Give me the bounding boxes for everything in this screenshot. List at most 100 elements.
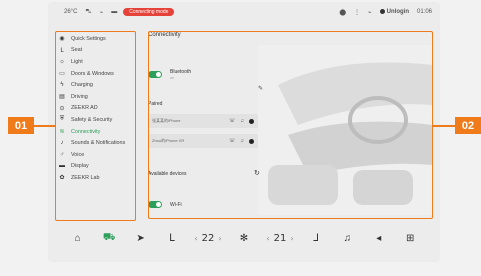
chevron-left-icon[interactable]: ‹ xyxy=(194,234,197,243)
door-icon: ▭ xyxy=(59,71,65,78)
sidebar-item-quick-settings[interactable]: ◉ Quick Settings xyxy=(54,33,136,45)
display-icon: ▬ xyxy=(59,163,65,170)
sidebar-item-label: Connectivity xyxy=(71,128,101,135)
right-temp-control[interactable]: ‹ 21 › xyxy=(266,233,293,244)
callout-badge-01: 01 xyxy=(8,117,34,134)
settings-sidebar: ◉ Quick Settings ᒪ Seat ☼ Light ▭ Doors & Windo… xyxy=(54,33,136,223)
bluetooth-toggle[interactable] xyxy=(148,71,162,78)
phone-icon[interactable]: ☏ xyxy=(229,118,235,124)
sidebar-item-label: Quick Settings xyxy=(71,35,106,42)
device-name: Zhou的iPhone XR xyxy=(152,138,185,143)
page-title: Connectivity xyxy=(148,32,181,38)
driver-seat-icon[interactable]: ᒪ xyxy=(163,233,181,244)
right-temp-value: 21 xyxy=(273,232,287,244)
sidebar-item-label: Doors & Windows xyxy=(71,70,114,77)
left-temp-value: 22 xyxy=(201,232,215,244)
car-interior-image xyxy=(258,45,433,215)
sidebar-item-label: ZEEKR AD xyxy=(71,105,98,112)
sidebar-item-label: Driving xyxy=(71,93,88,100)
seat-icon: ᒪ xyxy=(60,47,64,54)
paired-device-2[interactable]: Zhou的iPhone XR ☏ ♫ xyxy=(148,134,258,148)
wifi-row: Wi-Fi xyxy=(148,201,182,208)
car-icon[interactable]: ⛟ xyxy=(100,232,118,245)
fan-icon[interactable]: ✻ xyxy=(235,233,253,244)
outside-temp: 26°C xyxy=(64,9,78,15)
status-bar: 26°C ⛍ ⌁ ▬ Connecting mode ⬤ ⋮ ⌁ Unlogin… xyxy=(48,2,440,22)
location-icon: ⬤ xyxy=(339,9,347,16)
refresh-icon[interactable]: ↻ xyxy=(254,169,260,177)
device-actions: ☏ ♫ xyxy=(229,138,258,144)
home-icon[interactable]: ⌂ xyxy=(69,233,87,244)
sidebar-item-zeekr-lab[interactable]: ✿ ZEEKR Lab xyxy=(54,172,136,184)
music-icon[interactable]: ♫ xyxy=(240,118,244,124)
user-icon xyxy=(379,8,385,14)
bluetooth-row: Bluetooth on xyxy=(148,69,191,80)
sidebar-item-label: Light xyxy=(71,58,83,65)
device-name: 张某某的iPhone xyxy=(152,118,181,123)
clock: 01:06 xyxy=(416,9,432,15)
chevron-left-icon[interactable]: ‹ xyxy=(266,234,269,243)
sidebar-item-voice[interactable]: ♂ Voice xyxy=(54,149,136,161)
driving-icon: ▤ xyxy=(59,94,65,101)
volume-icon[interactable]: ◂ xyxy=(370,233,388,244)
sidebar-item-label: Charging xyxy=(71,82,93,89)
sidebar-item-charging[interactable]: ϟ Charging xyxy=(54,79,136,91)
steering-icon: ⊙ xyxy=(59,105,65,112)
chevron-right-icon[interactable]: › xyxy=(218,234,221,243)
connecting-badge[interactable]: Connecting mode xyxy=(123,8,175,16)
sidebar-item-label: Safety & Security xyxy=(71,116,113,123)
light-icon: ☼ xyxy=(59,58,65,65)
sidebar-item-doors-windows[interactable]: ▭ Doors & Windows xyxy=(54,68,136,80)
sidebar-item-seat[interactable]: ᒪ Seat xyxy=(54,45,136,57)
mic-icon: ♂ xyxy=(59,151,65,158)
apps-grid-icon[interactable]: ⊞ xyxy=(401,233,419,244)
left-temp-control[interactable]: ‹ 22 › xyxy=(194,233,221,244)
charging-icon: ϟ xyxy=(60,82,64,89)
callout-leader-left xyxy=(34,125,56,127)
sidebar-item-connectivity[interactable]: ≋ Connectivity xyxy=(54,126,136,138)
paired-device-1[interactable]: 张某某的iPhone ☏ ♫ xyxy=(148,114,258,128)
sidebar-item-light[interactable]: ☼ Light xyxy=(54,56,136,68)
status-icon-signal: ⌁ xyxy=(99,9,104,16)
music-icon[interactable]: ♫ xyxy=(240,138,244,144)
sidebar-item-label: Voice xyxy=(71,151,85,158)
toggle-icon: ◉ xyxy=(59,36,65,43)
music-icon[interactable]: ♫ xyxy=(338,233,356,244)
passenger-seat-icon[interactable]: ᒧ xyxy=(307,233,325,244)
status-right: ⬤ ⋮ ⌁ Unlogin 01:06 xyxy=(339,2,432,22)
sidebar-item-label: ZEEKR Lab xyxy=(71,174,100,181)
sidebar-item-display[interactable]: ▬ Display xyxy=(54,161,136,173)
status-icon-car: ⛍ xyxy=(85,9,92,15)
sidebar-item-label: Sounds & Notifications xyxy=(71,140,126,147)
callout-leader-right xyxy=(433,125,455,127)
sidebar-item-label: Seat xyxy=(71,47,83,54)
user-login[interactable]: Unlogin xyxy=(379,8,409,15)
edit-icon[interactable]: ✎ xyxy=(258,85,263,92)
status-icon-battery: ▬ xyxy=(111,9,118,15)
sidebar-item-sounds-notifications[interactable]: ♪ Sounds & Notifications xyxy=(54,137,136,149)
wifi-status-icon: ⌁ xyxy=(368,9,372,16)
connected-dot-icon xyxy=(249,138,254,144)
sidebar-item-zeekr-ad[interactable]: ⊙ ZEEKR AD xyxy=(54,103,136,115)
navigation-icon[interactable]: ➤ xyxy=(132,233,150,244)
wifi-icon: ≋ xyxy=(59,129,65,136)
sidebar-item-label: Display xyxy=(71,163,89,170)
wifi-label: Wi-Fi xyxy=(170,201,182,208)
bluetooth-label: Bluetooth xyxy=(170,69,192,75)
callout-badge-02: 02 xyxy=(455,117,481,134)
chevron-right-icon[interactable]: › xyxy=(290,234,293,243)
sidebar-item-driving[interactable]: ▤ Driving xyxy=(54,91,136,103)
paired-label: Paired xyxy=(148,101,163,107)
bluetooth-status: on xyxy=(170,76,174,80)
connected-dot-icon xyxy=(249,118,254,124)
bottom-dock: ⌂ ⛟ ➤ ᒪ ‹ 22 › ✻ ‹ 21 › ᒧ ♫ ◂ ⊞ xyxy=(48,222,440,254)
wifi-toggle[interactable] xyxy=(148,201,162,208)
settings-icon[interactable]: ⋮ xyxy=(354,9,360,16)
phone-icon[interactable]: ☏ xyxy=(229,138,235,144)
available-devices-label: Available devices xyxy=(148,171,187,177)
sidebar-item-safety-security[interactable]: ⛨ Safety & Security xyxy=(54,114,136,126)
device-actions: ☏ ♫ xyxy=(229,118,258,124)
shield-icon: ⛨ xyxy=(59,116,65,123)
connectivity-panel: Connectivity Bluetooth on ✎ Paired 张某某的i… xyxy=(148,31,433,221)
lab-icon: ✿ xyxy=(59,175,65,182)
